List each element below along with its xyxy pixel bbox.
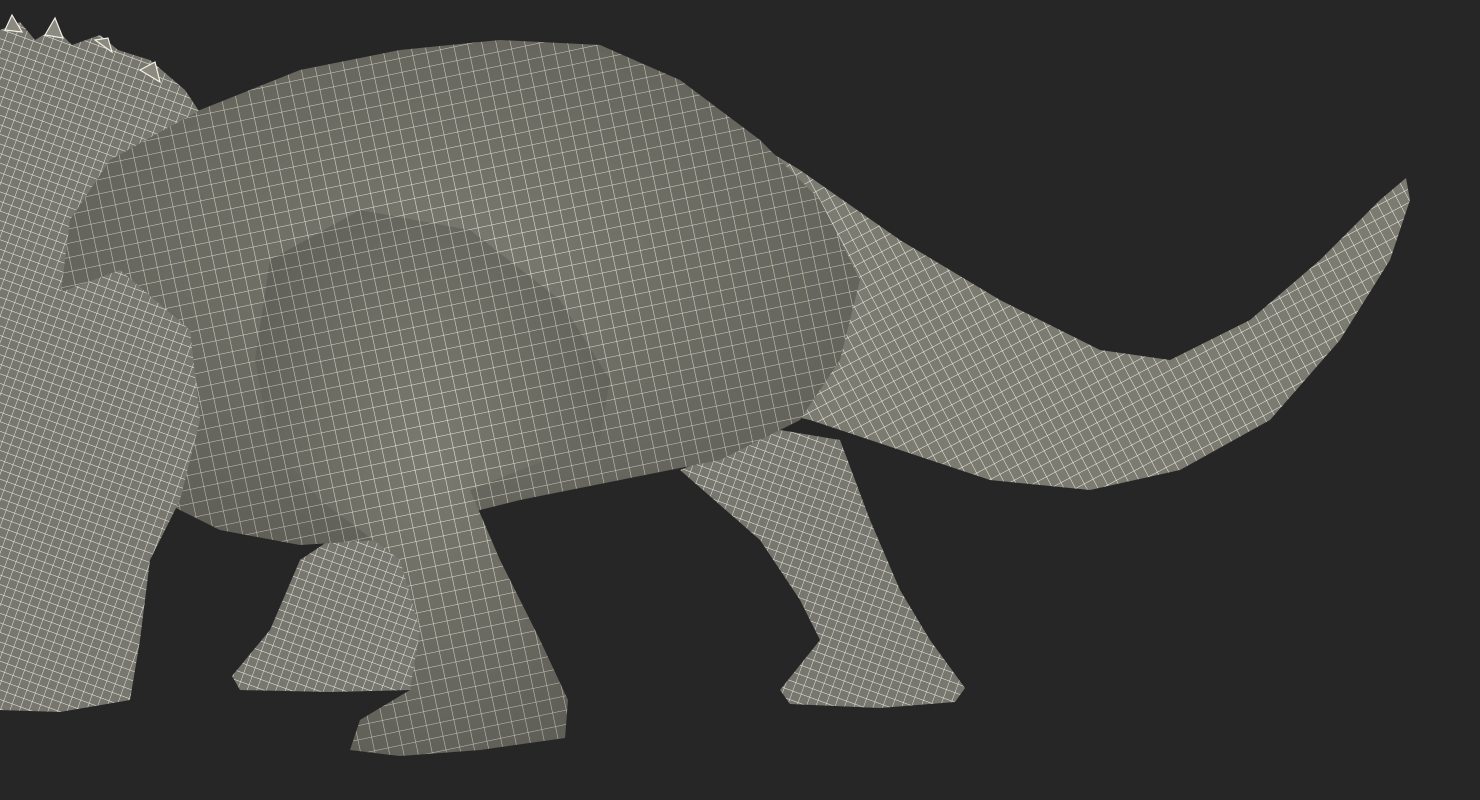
render-viewport	[0, 0, 1480, 800]
triceratops-wireframe-render	[0, 13, 1410, 756]
far-hind-leg	[680, 430, 965, 708]
